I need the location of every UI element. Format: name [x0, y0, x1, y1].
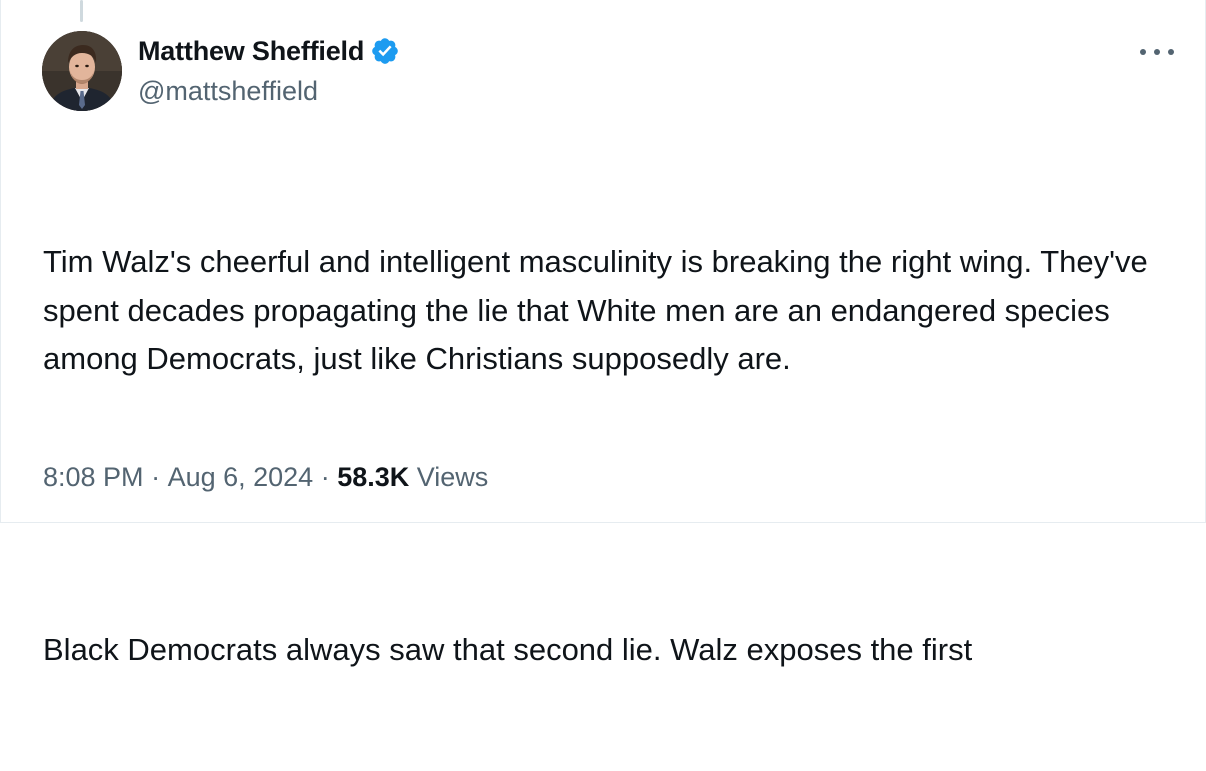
tweet-text: Tim Walz's cheerful and intelligent masc… — [43, 141, 1183, 771]
tweet-time[interactable]: 8:08 PM — [43, 462, 144, 493]
tweet-card: Matthew Sheffield @mattsheffield Tim Wal… — [0, 0, 1206, 667]
tweet-date[interactable]: Aug 6, 2024 — [168, 462, 314, 493]
ellipsis-dot — [1140, 49, 1146, 55]
author-display-name[interactable]: Matthew Sheffield — [138, 36, 364, 67]
tweet-paragraph: Tim Walz's cheerful and intelligent masc… — [43, 244, 1157, 376]
tweet-metadata: 8:08 PM · Aug 6, 2024 · 58.3K Views — [43, 462, 488, 493]
tweet-paragraph: Black Democrats always saw that second l… — [43, 631, 973, 667]
ellipsis-icon[interactable] — [1140, 44, 1174, 60]
thread-connector-line — [80, 0, 83, 22]
meta-separator: · — [143, 462, 168, 492]
ellipsis-dot — [1168, 49, 1174, 55]
views-label: Views — [409, 462, 489, 492]
avatar[interactable] — [42, 31, 122, 111]
verified-badge-icon[interactable] — [370, 36, 400, 66]
author-name-row[interactable]: Matthew Sheffield — [138, 34, 400, 68]
meta-separator: · — [313, 462, 338, 492]
ellipsis-dot — [1154, 49, 1160, 55]
profile-photo-icon — [42, 31, 122, 111]
views-count[interactable]: 58.3K — [337, 462, 409, 493]
author-handle[interactable]: @mattsheffield — [138, 76, 318, 107]
